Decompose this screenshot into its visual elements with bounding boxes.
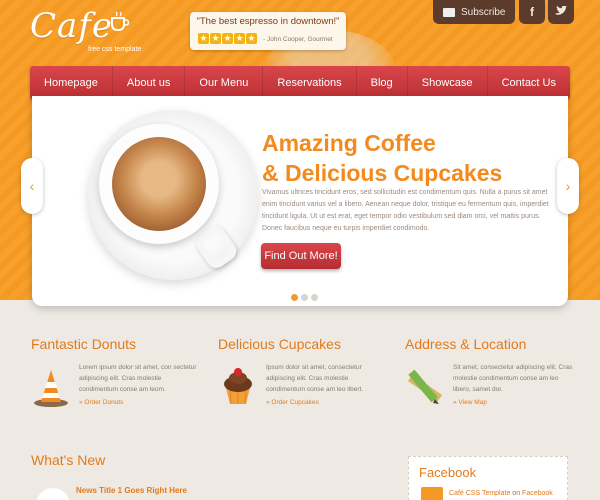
nav-item-homepage[interactable]: Homepage [30, 66, 113, 99]
subscribe-label: Subscribe [461, 6, 506, 18]
logo[interactable]: Cafe free css template [30, 6, 150, 56]
facebook-platform-link[interactable]: Facebook [522, 490, 553, 497]
cupcake-icon [218, 366, 258, 406]
nav-item-blog[interactable]: Blog [357, 66, 408, 99]
nav-item-showcase[interactable]: Showcase [408, 66, 488, 99]
on-text: on [510, 490, 523, 497]
nav-item-reservations[interactable]: Reservations [263, 66, 357, 99]
nav-item-about-us[interactable]: About us [113, 66, 186, 99]
facebook-button[interactable]: f [519, 0, 545, 24]
pencil-ruler-icon [405, 366, 445, 406]
view-map-link[interactable]: » View Map [453, 399, 487, 406]
order-donuts-link[interactable]: » Order Donuts [79, 399, 123, 406]
nav-item-contact-us[interactable]: Contact Us [488, 66, 570, 99]
facebook-widget: Facebook Café CSS Template on Facebook [408, 456, 568, 500]
feature-title: Fantastic Donuts [31, 336, 137, 352]
coffee-surface [112, 137, 206, 231]
order-cupcakes-link[interactable]: » Order Cupcakes [266, 399, 319, 406]
feature-text: Lorem ipsum dolor sit amet, con sectetur… [79, 364, 197, 393]
hero-title-line-1: Amazing Coffee [262, 130, 436, 156]
twitter-button[interactable] [548, 0, 574, 24]
star-icon: ★ [246, 33, 257, 44]
traffic-cone-icon [31, 366, 71, 407]
envelope-icon [443, 7, 455, 17]
star-icon: ★ [222, 33, 233, 44]
feature-donuts: Fantastic Donuts Lorem ipsum dolor sit a… [31, 336, 201, 407]
slider-dot[interactable] [301, 294, 308, 301]
facebook-icon: f [530, 5, 534, 19]
logo-tagline: free css template [88, 46, 142, 53]
facebook-heading: Facebook [419, 465, 477, 480]
subscribe-button[interactable]: Subscribe [433, 0, 515, 24]
hero-title: Amazing Coffee & Delicious Cupcakes [262, 128, 502, 188]
slider-pagination [291, 294, 318, 301]
find-out-more-button[interactable]: Find Out More! [261, 243, 341, 269]
feature-cupcakes: Delicious Cupcakes Ipsum dolor sit amet,… [218, 336, 388, 406]
chevron-left-icon: ‹ [29, 178, 35, 194]
slider-next-button[interactable]: › [557, 158, 579, 214]
star-icon: ★ [198, 33, 209, 44]
hero-title-line-2: & Delicious Cupcakes [262, 160, 503, 186]
page-logo-icon [421, 487, 443, 500]
whats-new-heading: What's New [31, 452, 106, 468]
feature-title: Address & Location [405, 336, 527, 352]
main-nav: Homepage About us Our Menu Reservations … [30, 66, 570, 99]
logo-text: Cafe [30, 6, 113, 46]
slider-prev-button[interactable]: ‹ [21, 158, 43, 214]
cup-logo-icon [110, 10, 130, 37]
star-icon: ★ [234, 33, 245, 44]
nav-item-our-menu[interactable]: Our Menu [185, 66, 264, 99]
quote-author: - John Cooper, Gourmet [263, 36, 333, 43]
facebook-page-line: Café CSS Template on Facebook [449, 490, 553, 497]
slider-dot[interactable] [291, 294, 298, 301]
slider-dot[interactable] [311, 294, 318, 301]
rating-stars: ★ ★ ★ ★ ★ [198, 33, 257, 44]
feature-text: Ipsum dolor sit amet, consectetur adipis… [266, 364, 364, 393]
facebook-page-link[interactable]: Café CSS Template [449, 490, 510, 497]
testimonial-quote: "The best espresso in downtown!" ★ ★ ★ ★… [190, 12, 346, 50]
star-icon: ★ [210, 33, 221, 44]
hero-description: Vivamus ultrices tincidunt eros, sed sol… [262, 189, 549, 232]
feature-location: Address & Location Sit amet, consectetur… [405, 336, 575, 406]
quote-text: "The best espresso in downtown!" [196, 16, 340, 27]
feature-title: Delicious Cupcakes [218, 336, 341, 352]
chevron-right-icon: › [565, 178, 571, 194]
feature-text: Sit amet, consectetur adipiscing elit. C… [453, 364, 573, 393]
twitter-icon [555, 5, 567, 19]
news-title-link[interactable]: News Title 1 Goes Right Here [76, 486, 187, 495]
